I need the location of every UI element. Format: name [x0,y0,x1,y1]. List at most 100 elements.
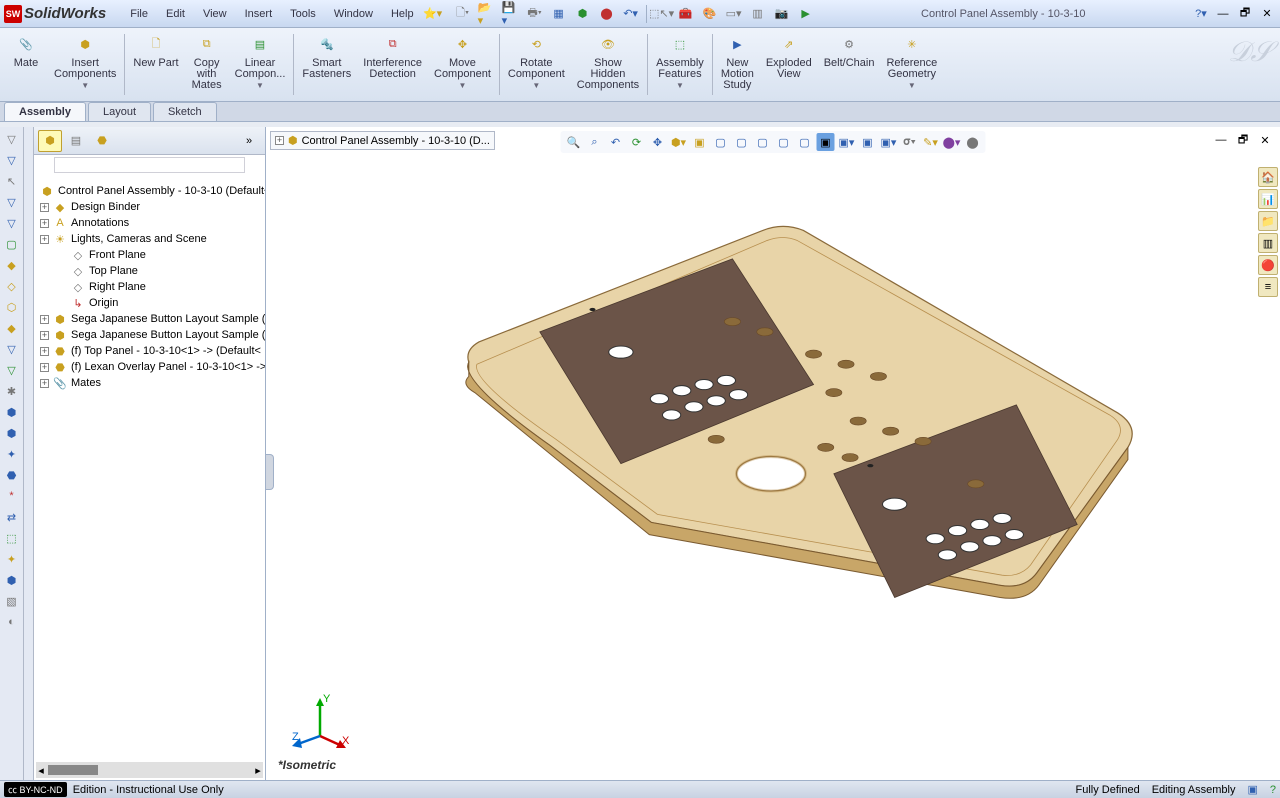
screenshot-icon[interactable]: 📷 [773,5,791,23]
options-icon[interactable]: ⬢ [574,5,592,23]
toolbar-d-icon[interactable]: ⬣ [3,466,21,484]
help-icon[interactable]: ?▾ [1192,5,1210,23]
play-icon[interactable]: ▶ [797,5,815,23]
tree-item[interactable]: ◇Right Plane [34,279,265,295]
tree-item[interactable]: +AAnnotations [34,215,265,231]
tree-item[interactable]: +◆Design Binder [34,199,265,215]
tab-layout[interactable]: Layout [88,102,151,121]
filter-other-icon[interactable]: ✱ [3,382,21,400]
menu-view[interactable]: View [195,5,235,23]
toolbar-g-icon[interactable]: ⬚ [3,529,21,547]
move-component-button[interactable]: ✥Move Component▼ [428,30,497,99]
expand-icon[interactable]: + [40,203,49,212]
appearance-icon[interactable]: 🎨 [701,5,719,23]
tree-item[interactable]: ◇Top Plane [34,263,265,279]
config-manager-tab-icon[interactable]: ⬣ [90,130,114,152]
toolbar-f-icon[interactable]: ⇄ [3,508,21,526]
show-hidden-components-button[interactable]: 👁Show Hidden Components [571,30,645,99]
expand-icon[interactable]: + [40,219,49,228]
restore-icon[interactable]: 🗗 [1236,5,1254,23]
tree-item[interactable]: ◇Front Plane [34,247,265,263]
filter-axis-icon[interactable]: ◆ [3,256,21,274]
expand-icon[interactable]: + [40,363,49,372]
tree-root[interactable]: ⬢ Control Panel Assembly - 10-3-10 (Defa… [34,183,265,199]
tree-filter-input[interactable] [54,157,245,173]
search-icon[interactable]: ⭐▾ [424,5,442,23]
toolbar-h-icon[interactable]: ✦ [3,550,21,568]
filter-edge-icon[interactable]: ↖ [3,172,21,190]
filter-sketch-icon[interactable]: ⬡ [3,298,21,316]
property-manager-tab-icon[interactable]: ▤ [64,130,88,152]
tree-item[interactable]: +⬣(f) Lexan Overlay Panel - 10-3-10<1> -… [34,359,265,375]
feature-manager-tab-icon[interactable]: ⬢ [38,130,62,152]
toolbar-i-icon[interactable]: ⬢ [3,571,21,589]
window-arrange-icon[interactable]: ▥ [749,5,767,23]
graphics-viewport[interactable]: + ⬢ Control Panel Assembly - 10-3-10 (D.… [266,127,1280,780]
belt-chain-button[interactable]: ⚙Belt/Chain [818,30,881,99]
expand-icon[interactable]: + [40,347,49,356]
tree-item[interactable]: ↳Origin [34,295,265,311]
expand-panel-icon[interactable]: » [237,130,261,152]
expand-icon[interactable]: + [40,379,49,388]
toolbar-e-icon[interactable]: * [3,487,21,505]
save-icon[interactable]: 💾▾ [502,5,520,23]
expand-icon[interactable]: + [40,331,49,340]
copy-with-mates-button[interactable]: ⧉Copy with Mates [185,30,229,99]
open-icon[interactable]: 📂▾ [478,5,496,23]
window-tile-icon[interactable]: ▭▾ [725,5,743,23]
tree-item[interactable]: +⬣(f) Top Panel - 10-3-10<1> -> (Default… [34,343,265,359]
undo-icon[interactable]: ↶▾ [622,5,640,23]
toolbar-b-icon[interactable]: ⬢ [3,424,21,442]
menu-tools[interactable]: Tools [282,5,324,23]
menu-edit[interactable]: Edit [158,5,193,23]
menu-help[interactable]: Help [383,5,422,23]
filter-plane-icon[interactable]: ◇ [3,277,21,295]
print-icon[interactable]: 🖶▾ [526,5,544,23]
filter-solid-icon[interactable]: ▢ [3,235,21,253]
filter-body-icon[interactable]: ▽ [3,361,21,379]
rebuild-icon[interactable]: ▦ [550,5,568,23]
rotate-component-button[interactable]: ⟲Rotate Component▼ [502,30,571,99]
menu-insert[interactable]: Insert [237,5,281,23]
reference-geometry-button[interactable]: ✳Reference Geometry▼ [880,30,943,99]
toolbox-icon[interactable]: 🧰 [677,5,695,23]
toolbar-c-icon[interactable]: ✦ [3,445,21,463]
smart-fasteners-button[interactable]: 🔩Smart Fasteners [296,30,357,99]
tree-item[interactable]: +📎Mates [34,375,265,391]
new-doc-icon[interactable]: 🗋▾ [454,5,472,23]
filter-face-icon[interactable]: ▽ [3,193,21,211]
exploded-view-button[interactable]: ⇗Exploded View [760,30,818,99]
tree-item[interactable]: +⬢Sega Japanese Button Layout Sample (Pl… [34,311,265,327]
tree-item[interactable]: +☀Lights, Cameras and Scene [34,231,265,247]
tree-item[interactable]: +⬢Sega Japanese Button Layout Sample (Pl… [34,327,265,343]
toolbar-j-icon[interactable]: ▧ [3,592,21,610]
assembly-features-button[interactable]: ⬚Assembly Features▼ [650,30,710,99]
interference-detection-button[interactable]: ⧉Interference Detection [357,30,428,99]
menu-file[interactable]: File [122,5,156,23]
toolbar-k-icon[interactable]: ◐ [3,613,21,631]
toolbar-a-icon[interactable]: ⬢ [3,403,21,421]
new-motion-study-button[interactable]: ▶New Motion Study [715,30,760,99]
linear-component-button[interactable]: ▤Linear Compon...▼ [229,30,292,99]
status-help-icon[interactable]: ? [1270,784,1276,796]
new-part-button[interactable]: 🗋New Part [127,30,184,99]
record-icon[interactable]: ⬤ [598,5,616,23]
design-library-tab-icon[interactable]: 📊 [1258,189,1278,209]
expand-icon[interactable]: + [40,315,49,324]
tree-scrollbar[interactable]: ◂ ▸ [36,762,263,778]
expand-icon[interactable]: + [40,235,49,244]
select-cursor-icon[interactable]: ⬚↖▾ [653,5,671,23]
menu-window[interactable]: Window [326,5,381,23]
tab-assembly[interactable]: Assembly [4,102,86,121]
status-rebuild-icon[interactable]: ▣ [1247,783,1257,796]
filter-surface-icon[interactable]: ▽ [3,214,21,232]
mate-button[interactable]: 📎Mate [4,30,48,99]
file-explorer-tab-icon[interactable]: 📁 [1258,211,1278,231]
filter-vertex-icon[interactable]: ▽ [3,151,21,169]
tab-sketch[interactable]: Sketch [153,102,217,121]
custom-props-tab-icon[interactable]: ≡ [1258,277,1278,297]
filter-icon[interactable]: ▽ [3,130,21,148]
resources-tab-icon[interactable]: 🏠 [1258,167,1278,187]
insert-components-button[interactable]: ⬢Insert Components▼ [48,30,122,99]
close-icon[interactable]: ✕ [1258,5,1276,23]
